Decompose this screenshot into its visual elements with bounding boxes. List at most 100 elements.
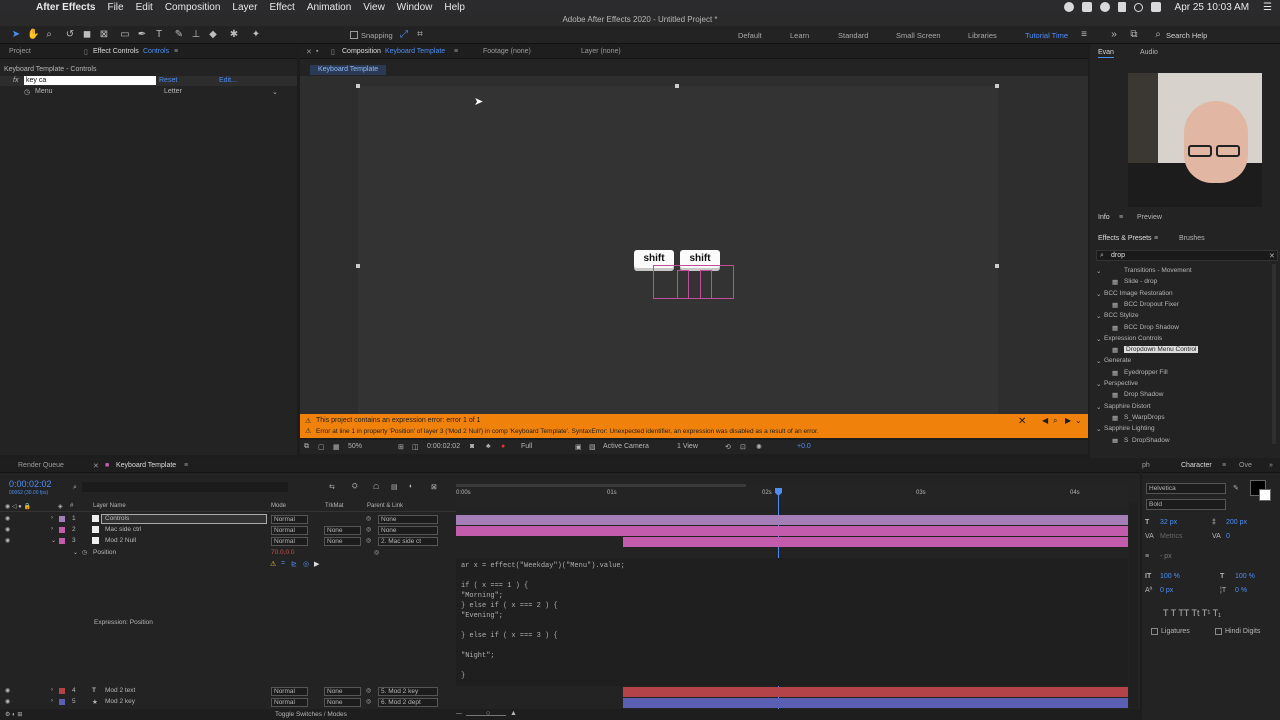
layer-duration-bar[interactable]	[623, 687, 1128, 697]
tab-keyboard-template[interactable]: Keyboard Template	[116, 462, 176, 469]
stopwatch-icon[interactable]: ◷	[82, 549, 87, 556]
search-icon[interactable]	[1133, 2, 1143, 12]
time-ruler[interactable]: 0:00s 01s 02s 03s 04s	[456, 484, 1128, 508]
camera-tool-icon[interactable]: ◼	[81, 29, 93, 41]
workspace-default[interactable]: Default	[738, 31, 762, 40]
panel-menu-icon[interactable]: ≡	[184, 462, 188, 469]
baseline-shift-value[interactable]: 0 px	[1160, 587, 1173, 594]
panel-menu-icon[interactable]: ≡	[174, 48, 178, 55]
layer-bounding-box[interactable]	[677, 270, 689, 299]
menu-dropdown[interactable]: Letter	[164, 88, 182, 95]
expression-enable-icon[interactable]: =	[281, 560, 285, 567]
canvas-handle[interactable]	[675, 84, 679, 88]
position-value[interactable]: 70.0,0.0	[271, 549, 295, 556]
expression-graph-icon[interactable]: ⊵	[291, 560, 297, 568]
parent-dropdown[interactable]: 6. Mod 2 dept	[378, 698, 438, 707]
parent-dropdown[interactable]: 2. Mac side ct	[378, 537, 438, 546]
layer-label-swatch[interactable]	[59, 527, 65, 533]
exposure-value[interactable]: +0.0	[797, 443, 811, 450]
stopwatch-icon[interactable]: ◷	[24, 88, 30, 96]
brush-tool-icon[interactable]: ✎	[173, 29, 185, 41]
tab-user[interactable]: Evan	[1098, 49, 1114, 56]
frame-blending-icon[interactable]: ▤	[391, 483, 398, 491]
menu-layer[interactable]: Layer	[232, 2, 257, 13]
effect-item[interactable]: ▦ Drop Shadow	[1090, 391, 1270, 401]
chevron-right-icon[interactable]: ›	[51, 515, 53, 521]
col-layer-name[interactable]: Layer Name	[93, 503, 126, 509]
pen-tool-icon[interactable]: ✒	[136, 29, 148, 41]
workspace-standard[interactable]: Standard	[838, 31, 868, 40]
lock-icon[interactable]: ▯	[331, 48, 335, 56]
menubar-clock[interactable]: Apr 25 10:03 AM	[1175, 2, 1250, 13]
eyedropper-icon[interactable]: ✎	[1233, 484, 1239, 492]
layer-mode-dropdown[interactable]: Normal	[271, 515, 308, 524]
layer-mode-dropdown[interactable]: Normal	[271, 698, 308, 707]
col-mode[interactable]: Mode	[271, 503, 286, 509]
view-layout-dropdown[interactable]: 1 View	[677, 443, 698, 450]
tab-composition[interactable]: Composition	[342, 48, 381, 55]
leading-value[interactable]: 200 px	[1226, 519, 1247, 526]
timeline-scrollbar[interactable]	[1129, 502, 1138, 708]
visibility-eye-icon[interactable]: ◉	[5, 537, 10, 544]
effect-name-input[interactable]: key ca	[24, 76, 156, 85]
tab-project[interactable]: Project	[9, 48, 31, 55]
menu-composition[interactable]: Composition	[165, 2, 221, 13]
visibility-eye-icon[interactable]: ◉	[5, 698, 10, 705]
region-of-interest-icon[interactable]: ▢	[318, 443, 325, 451]
reset-link[interactable]: Reset	[159, 77, 177, 84]
previous-error-icon[interactable]: ◀	[1042, 416, 1048, 425]
canvas-handle[interactable]	[356, 84, 360, 88]
font-style-dropdown[interactable]: Bold	[1146, 499, 1226, 510]
tab-effect-controls[interactable]: Effect Controls	[93, 48, 139, 55]
tab-paragraph[interactable]: ph	[1142, 462, 1150, 469]
motion-blur-icon[interactable]: ◐	[409, 483, 413, 490]
zoom-out-icon[interactable]: —	[456, 711, 462, 717]
col-trkmat[interactable]: TrkMat	[325, 503, 343, 509]
chevron-right-icon[interactable]: ›	[51, 526, 53, 532]
effect-item[interactable]: ▦ Dropdown Menu Control	[1090, 346, 1270, 356]
roto-brush-tool-icon[interactable]: ✱	[228, 29, 240, 41]
shy-layers-icon[interactable]: ☖	[373, 483, 379, 491]
pickwhip-icon[interactable]: ◎	[374, 549, 379, 556]
overflow-icon[interactable]: »	[1269, 462, 1273, 469]
layer-row[interactable]: ◉ › 1 Controls Normal ◎ None	[0, 514, 456, 525]
scrollbar[interactable]	[1272, 264, 1276, 444]
timeline-search-input[interactable]	[82, 482, 288, 492]
sync-settings-icon[interactable]: ⧉	[1128, 29, 1140, 41]
zoom-slider-knob[interactable]: ○	[486, 710, 490, 717]
menu-edit[interactable]: Edit	[136, 2, 153, 13]
panel-menu-icon[interactable]: ≡	[454, 48, 458, 55]
faux-style-icons[interactable]: T T TT Tt T¹ T₁	[1163, 608, 1221, 618]
tab-overlay[interactable]: Ove	[1239, 462, 1252, 469]
search-icon[interactable]: ⌕	[1053, 416, 1057, 426]
effects-folder[interactable]: ⌄ Sapphire Lighting	[1090, 425, 1270, 435]
workspace-learn[interactable]: Learn	[790, 31, 809, 40]
effect-item[interactable]: ⌄ Transitions - Movement	[1090, 267, 1270, 277]
parent-dropdown[interactable]: None	[378, 526, 438, 535]
expression-pickwhip-icon[interactable]: ◎	[303, 560, 309, 568]
clear-search-icon[interactable]: ✕	[1269, 252, 1275, 260]
layer-row[interactable]: ◉ › 5 ★ Mod 2 key Normal None ◎ 6. Mod 2…	[0, 697, 456, 708]
composition-canvas[interactable]	[358, 86, 998, 416]
workspace-libraries[interactable]: Libraries	[968, 31, 997, 40]
layer-label-swatch[interactable]	[59, 538, 65, 544]
trkmat-dropdown[interactable]: None	[324, 687, 361, 696]
panel-menu-icon[interactable]: ≡	[1154, 235, 1158, 242]
tracking-value[interactable]: 0	[1226, 533, 1230, 540]
eraser-tool-icon[interactable]: ◆	[207, 29, 219, 41]
layer-row[interactable]: ◉ › 2 Mac side ctrl Normal None ◎ None	[0, 525, 456, 536]
flowchart-icon[interactable]: ⊡	[740, 443, 746, 451]
menu-file[interactable]: File	[107, 2, 123, 13]
tab-composition-name[interactable]: Keyboard Template	[385, 48, 445, 55]
comp-mini-flowchart-icon[interactable]: ⇆	[329, 483, 335, 491]
pickwhip-icon[interactable]: ◎	[366, 687, 371, 694]
expression-language-menu-icon[interactable]: ▶	[314, 560, 319, 568]
bluetooth-icon[interactable]	[1099, 2, 1110, 12]
snap-options-icon[interactable]: ⌗	[414, 29, 426, 41]
menu-effect[interactable]: Effect	[269, 2, 294, 13]
chevron-down-icon[interactable]: ⌄	[272, 88, 278, 96]
tab-audio[interactable]: Audio	[1140, 49, 1158, 56]
parent-dropdown[interactable]: 5. Mod 2 key	[378, 687, 438, 696]
layer-name[interactable]: Mod 2 text	[105, 687, 135, 694]
workspace-overflow-icon[interactable]: »	[1108, 29, 1120, 41]
